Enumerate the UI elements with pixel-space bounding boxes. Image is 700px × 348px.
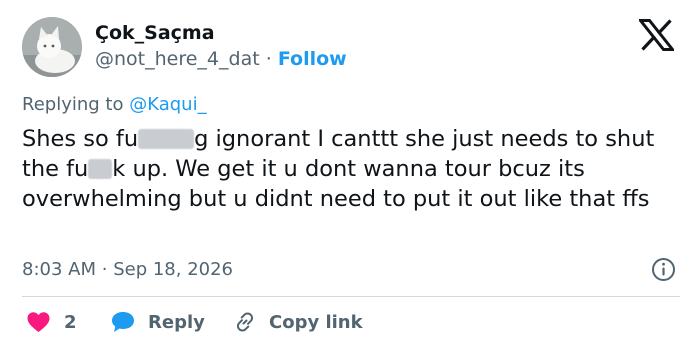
tweet-text: Shes so fu g ignorant I canttt she just n… bbox=[22, 124, 687, 214]
tweet-date[interactable]: Sep 18, 2026 bbox=[113, 259, 233, 280]
reply-button[interactable]: Reply bbox=[110, 308, 205, 336]
cat-avatar-icon bbox=[22, 17, 82, 77]
reply-label: Reply bbox=[148, 311, 205, 333]
copy-link-button[interactable]: Copy link bbox=[233, 308, 363, 336]
author-display-name[interactable]: Çok_Saçma bbox=[95, 21, 215, 45]
tweet-text-part-1: Shes so fu bbox=[22, 126, 139, 152]
separator-dot: · bbox=[101, 259, 108, 280]
censor-blur bbox=[138, 129, 195, 149]
tweet-time[interactable]: 8:03 AM bbox=[22, 259, 96, 280]
separator-dot: · bbox=[265, 48, 272, 70]
follow-button[interactable]: Follow bbox=[278, 48, 347, 70]
mention-link[interactable]: @Kaqui_ bbox=[129, 94, 206, 115]
timestamp[interactable]: 8:03 AM · Sep 18, 2026 bbox=[22, 258, 233, 282]
avatar[interactable] bbox=[22, 17, 82, 77]
censor-blur bbox=[88, 159, 113, 179]
replying-to-label: Replying to bbox=[22, 94, 124, 115]
tweet-text-part-3: k up. We get it u dont wanna tour bcuz i… bbox=[22, 156, 650, 212]
x-logo-icon[interactable] bbox=[637, 19, 676, 51]
info-icon[interactable] bbox=[651, 257, 676, 282]
heart-icon bbox=[27, 312, 50, 332]
link-icon bbox=[236, 312, 254, 332]
copy-link-label: Copy link bbox=[269, 311, 363, 333]
reply-context: Replying to @Kaqui_ bbox=[22, 93, 207, 117]
like-count: 2 bbox=[64, 311, 77, 333]
author-handle-row: @not_here_4_dat · Follow bbox=[95, 47, 347, 71]
divider bbox=[22, 296, 680, 297]
speech-bubble-icon bbox=[112, 312, 134, 332]
author-handle[interactable]: @not_here_4_dat bbox=[95, 48, 260, 70]
like-button[interactable]: 2 bbox=[26, 308, 77, 336]
